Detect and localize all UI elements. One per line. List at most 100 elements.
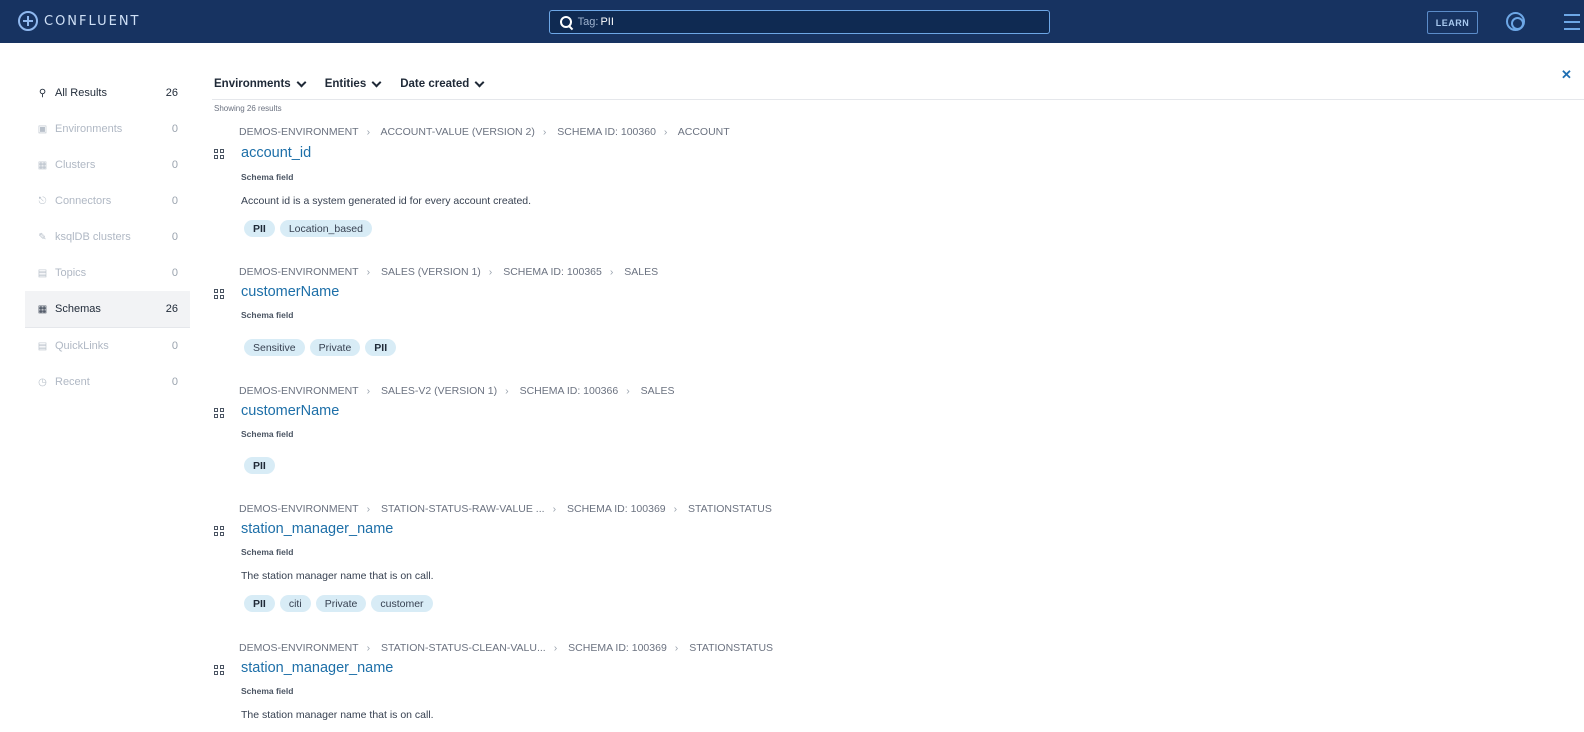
chevron-right-icon: › xyxy=(488,266,493,278)
result-title-link[interactable]: station_manager_name xyxy=(241,521,393,537)
breadcrumb-item[interactable]: SCHEMA ID: 100369 xyxy=(568,642,667,654)
close-icon[interactable]: ✕ xyxy=(1561,67,1572,83)
sidebar-item-all-results[interactable]: ⚲ All Results 26 xyxy=(25,75,190,111)
filter-bar: Environments Entities Date created xyxy=(214,77,485,90)
breadcrumb-item[interactable]: STATIONSTATUS xyxy=(689,642,773,654)
chevron-right-icon: › xyxy=(366,266,371,278)
chevron-right-icon: › xyxy=(552,503,557,515)
tag-list: PII citi Private customer xyxy=(244,595,433,612)
tag-badge[interactable]: customer xyxy=(371,595,433,612)
sidebar-item-topics[interactable]: ▤ Topics 0 xyxy=(25,255,190,291)
chevron-right-icon: › xyxy=(626,385,630,397)
breadcrumb-item[interactable]: STATION-STATUS-CLEAN-VALU... xyxy=(381,642,546,654)
search-icon xyxy=(560,15,573,29)
results-count: Showing 26 results xyxy=(214,104,282,113)
tag-list: PII Location_based xyxy=(244,220,372,237)
tag-badge[interactable]: Private xyxy=(309,339,361,356)
sidebar-item-count: 26 xyxy=(165,87,178,99)
breadcrumb-item[interactable]: SCHEMA ID: 100369 xyxy=(567,503,666,515)
sidebar-item-label: QuickLinks xyxy=(55,340,109,352)
breadcrumb-item[interactable]: SCHEMA ID: 100366 xyxy=(520,385,619,397)
breadcrumb-item[interactable]: DEMOS-ENVIRONMENT xyxy=(239,503,359,515)
breadcrumb-item[interactable]: SALES xyxy=(641,385,675,397)
tag-badge[interactable]: PII xyxy=(365,339,397,356)
search-bar[interactable]: Tag: xyxy=(549,10,1050,34)
breadcrumb-item[interactable]: STATIONSTATUS xyxy=(688,503,772,515)
search-input[interactable] xyxy=(600,16,1049,28)
breadcrumb-item[interactable]: DEMOS-ENVIRONMENT xyxy=(239,642,359,654)
archive-icon: ▤ xyxy=(37,340,48,352)
tag-badge[interactable]: Location_based xyxy=(279,220,372,237)
tag-badge[interactable]: citi xyxy=(279,595,311,612)
sidebar-item-clusters[interactable]: ▦ Clusters 0 xyxy=(25,147,190,183)
breadcrumb-item[interactable]: ACCOUNT xyxy=(678,126,730,138)
breadcrumb-item[interactable]: SALES-V2 (VERSION 1) xyxy=(381,385,497,397)
chevron-right-icon: › xyxy=(542,126,547,138)
filter-label: Date created xyxy=(400,78,470,90)
brand[interactable]: CONFLUENT xyxy=(18,11,141,31)
result-description: The station manager name that is on call… xyxy=(241,709,434,721)
breadcrumb-item[interactable]: STATION-STATUS-RAW-VALUE ... xyxy=(381,503,545,515)
schema-icon xyxy=(214,665,225,676)
environments-filter-dropdown[interactable]: Environments xyxy=(214,77,307,90)
entities-filter-dropdown[interactable]: Entities xyxy=(324,77,382,90)
sidebar-item-ksqldb-clusters[interactable]: ✎ ksqlDB clusters 0 xyxy=(25,219,190,255)
chevron-right-icon: › xyxy=(366,503,371,515)
schema-icon: ▦ xyxy=(37,303,48,315)
result-description: The station manager name that is on call… xyxy=(241,570,434,582)
tag-badge[interactable]: PII xyxy=(244,595,275,612)
breadcrumb-item[interactable]: SCHEMA ID: 100365 xyxy=(503,266,602,278)
sidebar-item-count: 0 xyxy=(171,340,178,352)
tag-badge[interactable]: PII xyxy=(244,457,275,474)
learn-button[interactable]: LEARN xyxy=(1427,11,1478,34)
result-description: Account id is a system generated id for … xyxy=(241,195,532,207)
sidebar-item-label: Schemas xyxy=(55,303,101,315)
tag-list: Sensitive Private PII xyxy=(244,339,397,356)
sidebar-item-connectors[interactable]: ⎋ Connectors 0 xyxy=(25,183,190,219)
result-type: Schema field xyxy=(241,172,294,182)
help-lifebuoy-icon[interactable] xyxy=(1506,12,1525,31)
breadcrumb-item[interactable]: DEMOS-ENVIRONMENT xyxy=(239,126,359,138)
chevron-right-icon: › xyxy=(366,385,371,397)
breadcrumb-item[interactable]: DEMOS-ENVIRONMENT xyxy=(239,266,359,278)
chevron-right-icon: › xyxy=(553,642,558,654)
breadcrumb-item[interactable]: ACCOUNT-VALUE (VERSION 2) xyxy=(380,126,534,138)
chevron-down-icon xyxy=(371,77,382,87)
result-title-link[interactable]: station_manager_name xyxy=(241,660,393,676)
sidebar-item-count: 0 xyxy=(171,123,178,135)
breadcrumb-item[interactable]: SCHEMA ID: 100360 xyxy=(557,126,656,138)
tag-badge[interactable]: Sensitive xyxy=(244,339,305,356)
breadcrumb: DEMOS-ENVIRONMENT › STATION-STATUS-RAW-VA… xyxy=(239,503,772,515)
hamburger-menu-icon[interactable] xyxy=(1564,14,1580,30)
result-title-link[interactable]: customerName xyxy=(241,284,339,300)
result-title-link[interactable]: customerName xyxy=(241,403,339,419)
chevron-right-icon: › xyxy=(674,642,679,654)
filter-label: Entities xyxy=(324,78,367,90)
sidebar-item-label: Connectors xyxy=(55,195,112,207)
sidebar-item-environments[interactable]: ▣ Environments 0 xyxy=(25,111,190,147)
sidebar-item-schemas[interactable]: ▦ Schemas 26 xyxy=(25,291,190,327)
tag-badge[interactable]: Private xyxy=(315,595,367,612)
tag-list: PII xyxy=(244,457,275,474)
top-bar: CONFLUENT Tag: LEARN xyxy=(0,0,1584,43)
breadcrumb-item[interactable]: DEMOS-ENVIRONMENT xyxy=(239,385,359,397)
tag-badge[interactable]: PII xyxy=(244,220,275,237)
result-title-link[interactable]: account_id xyxy=(241,145,311,161)
filter-label: Environments xyxy=(214,78,291,90)
sidebar-item-quicklinks[interactable]: ▤ QuickLinks 0 xyxy=(25,328,190,364)
sidebar-item-recent[interactable]: ◷ Recent 0 xyxy=(25,364,190,400)
sidebar-item-count: 0 xyxy=(171,159,178,171)
breadcrumb-item[interactable]: SALES xyxy=(624,266,658,278)
chevron-down-icon xyxy=(474,77,485,87)
chevron-right-icon: › xyxy=(609,266,614,278)
sidebar-item-count: 26 xyxy=(165,303,178,315)
sidebar-item-count: 0 xyxy=(171,231,178,243)
pencil-icon: ✎ xyxy=(38,231,47,243)
schema-icon xyxy=(214,408,225,419)
schema-icon xyxy=(214,149,225,160)
database-icon: ▣ xyxy=(37,123,48,135)
sidebar-item-label: All Results xyxy=(55,87,107,99)
date-created-filter-dropdown[interactable]: Date created xyxy=(400,77,485,90)
topics-icon: ▤ xyxy=(37,267,48,279)
breadcrumb-item[interactable]: SALES (VERSION 1) xyxy=(381,266,481,278)
